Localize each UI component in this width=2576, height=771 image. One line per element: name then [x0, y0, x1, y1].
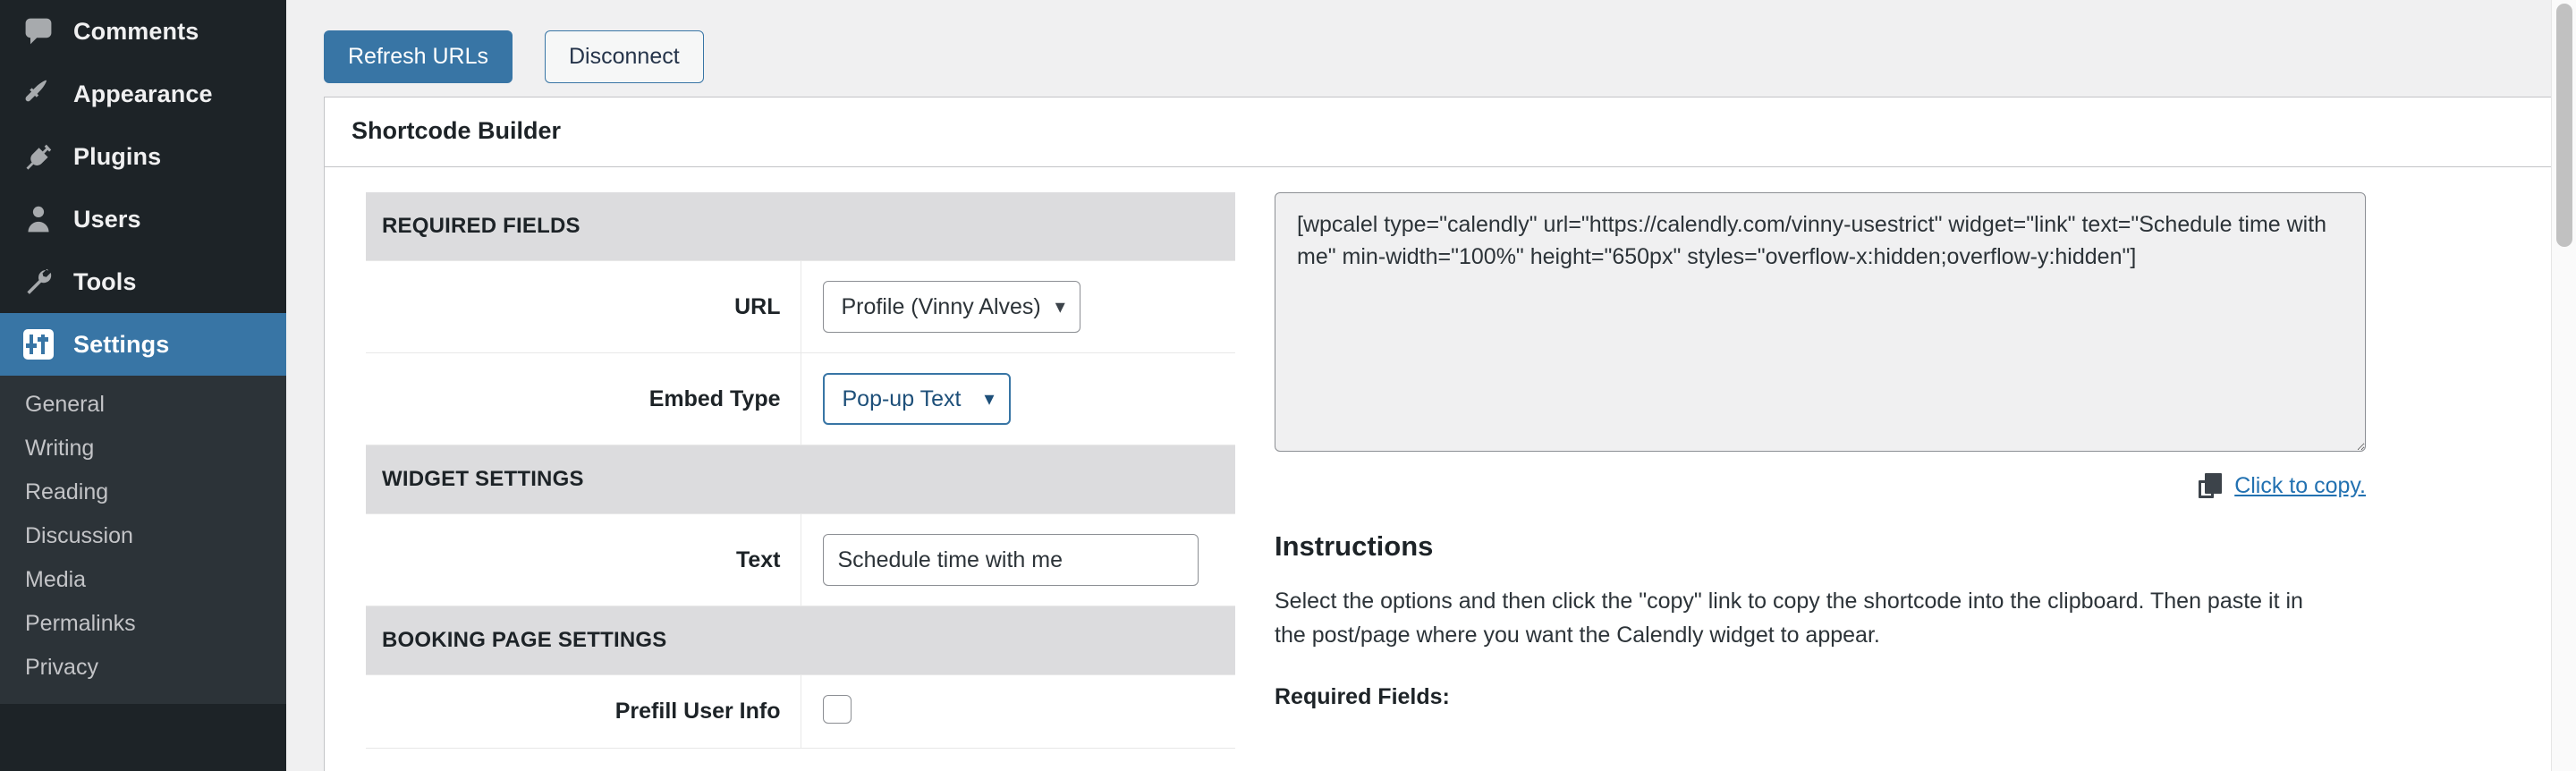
sidebar-item-comments[interactable]: Comments	[0, 0, 286, 63]
table-row-prefill-user-info: Prefill User Info	[366, 675, 1235, 749]
sidebar-item-users[interactable]: Users	[0, 188, 286, 250]
section-header-label: BOOKING PAGE SETTINGS	[366, 606, 1235, 675]
sidebar-item-writing[interactable]: Writing	[0, 427, 286, 470]
wrench-icon	[20, 266, 57, 298]
section-header-label: WIDGET SETTINGS	[366, 445, 1235, 514]
sidebar-item-label: Comments	[73, 20, 199, 44]
copy-icon	[2199, 473, 2222, 498]
section-header-widget-settings: WIDGET SETTINGS	[366, 445, 1235, 514]
scrollbar-thumb[interactable]	[2556, 4, 2572, 247]
shortcode-options-table: REQUIRED FIELDS URL Profile (Vinny Alves…	[366, 192, 1235, 749]
instructions-required-fields-label: Required Fields:	[1275, 686, 2518, 708]
sidebar-item-appearance[interactable]: Appearance	[0, 63, 286, 125]
sidebar-item-label: Users	[73, 208, 141, 232]
shortcode-output-column: [wpcalel type="calendly" url="https://ca…	[1237, 192, 2559, 708]
current-menu-pointer	[286, 327, 302, 361]
admin-sidebar: Comments Appearance Plugins Users Tools	[0, 0, 286, 771]
sidebar-item-discussion[interactable]: Discussion	[0, 514, 286, 558]
panel-body: REQUIRED FIELDS URL Profile (Vinny Alves…	[325, 167, 2559, 749]
instructions-heading: Instructions	[1275, 532, 2518, 560]
sidebar-item-label: Appearance	[73, 82, 213, 106]
plug-icon	[20, 140, 57, 173]
sidebar-item-plugins[interactable]: Plugins	[0, 125, 286, 188]
text-input[interactable]	[823, 534, 1199, 586]
shortcode-output-textarea[interactable]: [wpcalel type="calendly" url="https://ca…	[1275, 192, 2366, 452]
sidebar-item-settings[interactable]: Settings	[0, 313, 286, 376]
panel-header: Shortcode Builder	[325, 97, 2559, 167]
text-label: Text	[736, 547, 781, 572]
sidebar-item-tools[interactable]: Tools	[0, 250, 286, 313]
prefill-user-info-label: Prefill User Info	[615, 699, 781, 724]
shortcode-form-column: REQUIRED FIELDS URL Profile (Vinny Alves…	[325, 192, 1237, 749]
copy-row: Click to copy.	[1275, 473, 2366, 498]
sidebar-item-permalinks[interactable]: Permalinks	[0, 602, 286, 646]
sidebar-item-reading[interactable]: Reading	[0, 470, 286, 514]
sliders-icon	[20, 329, 57, 360]
url-select[interactable]: Profile (Vinny Alves) ▾	[823, 281, 1080, 333]
section-header-required-fields: REQUIRED FIELDS	[366, 192, 1235, 261]
shortcode-builder-panel: Shortcode Builder REQUIRED FIELDS URL	[324, 97, 2560, 771]
paintbrush-icon	[20, 78, 57, 110]
prefill-user-info-checkbox[interactable]	[823, 695, 852, 724]
table-row-embed-type: Embed Type Pop-up Text ▾	[366, 353, 1235, 445]
page-title: Shortcode Builder	[352, 119, 2532, 143]
sidebar-item-media[interactable]: Media	[0, 558, 286, 602]
page-toolbar: Refresh URLs Disconnect	[286, 0, 2576, 93]
instructions-paragraph: Select the options and then click the "c…	[1275, 585, 2330, 652]
sidebar-item-general[interactable]: General	[0, 383, 286, 427]
table-row-text: Text	[366, 514, 1235, 606]
section-header-booking-page-settings: BOOKING PAGE SETTINGS	[366, 606, 1235, 675]
chevron-down-icon: ▾	[984, 389, 994, 409]
page-scrollbar[interactable]	[2551, 0, 2576, 771]
embed-type-select-value: Pop-up Text	[843, 386, 962, 412]
sidebar-item-label: Settings	[73, 333, 169, 357]
user-icon	[20, 203, 57, 235]
main-content: Refresh URLs Disconnect Shortcode Builde…	[286, 0, 2576, 771]
chevron-down-icon: ▾	[1055, 297, 1065, 317]
embed-type-select[interactable]: Pop-up Text ▾	[823, 373, 1011, 425]
disconnect-button[interactable]: Disconnect	[545, 30, 704, 83]
embed-type-label: Embed Type	[649, 386, 781, 411]
click-to-copy-link[interactable]: Click to copy.	[2234, 475, 2366, 497]
section-header-label: REQUIRED FIELDS	[366, 192, 1235, 261]
sidebar-item-label: Tools	[73, 270, 137, 294]
comment-icon	[20, 15, 57, 47]
url-label: URL	[734, 294, 780, 319]
url-select-value: Profile (Vinny Alves)	[842, 294, 1041, 320]
table-row-url: URL Profile (Vinny Alves) ▾	[366, 261, 1235, 353]
settings-submenu: General Writing Reading Discussion Media…	[0, 376, 286, 704]
sidebar-item-privacy[interactable]: Privacy	[0, 646, 286, 690]
admin-screen: Comments Appearance Plugins Users Tools	[0, 0, 2576, 771]
sidebar-item-label: Plugins	[73, 145, 161, 169]
refresh-urls-button[interactable]: Refresh URLs	[324, 30, 513, 83]
